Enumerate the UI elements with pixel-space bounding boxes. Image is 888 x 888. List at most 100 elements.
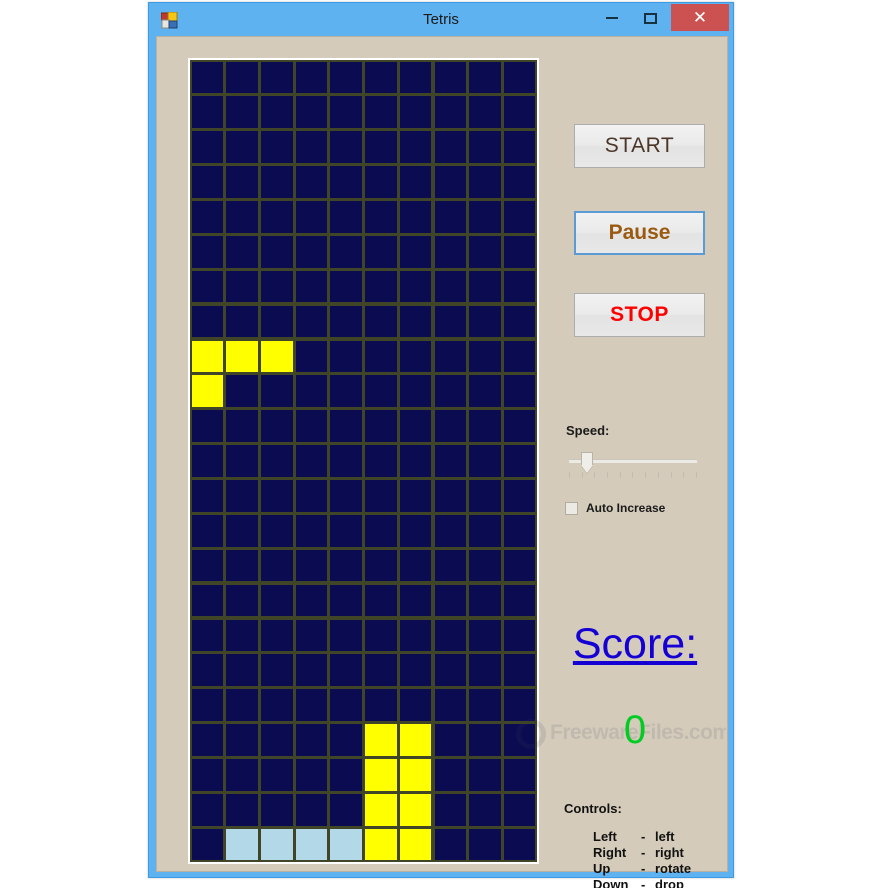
board-cell <box>191 619 224 652</box>
board-cell <box>226 235 258 268</box>
speed-slider[interactable] <box>565 450 701 482</box>
board-cell <box>399 445 432 477</box>
board-cell <box>434 131 466 163</box>
auto-increase-checkbox[interactable]: Auto Increase <box>565 501 665 515</box>
board-cell <box>434 61 466 94</box>
board-cell <box>434 480 466 512</box>
board-cell <box>503 61 536 94</box>
speed-slider-thumb[interactable] <box>580 452 593 474</box>
board-cell <box>503 828 536 861</box>
board-cell <box>191 480 224 512</box>
slider-tick <box>632 472 634 478</box>
minimize-button[interactable] <box>595 5 629 31</box>
board-cell <box>399 201 432 233</box>
board-cell <box>330 445 362 477</box>
board-cell <box>399 235 432 268</box>
board-cell <box>295 828 328 861</box>
board-cell <box>434 375 466 408</box>
board-cell <box>295 654 328 687</box>
score-value: 0 <box>623 708 647 752</box>
board-cell <box>469 305 501 338</box>
board-cell <box>503 410 536 442</box>
board-cell <box>469 270 501 303</box>
stop-button[interactable]: STOP <box>574 293 705 337</box>
board-cell <box>295 445 328 477</box>
board-cell <box>295 305 328 338</box>
board-cell <box>503 584 536 617</box>
pause-button[interactable]: Pause <box>574 211 705 255</box>
board-cell <box>365 131 397 163</box>
board-cell <box>399 375 432 408</box>
board-cell <box>261 514 293 547</box>
board-cell <box>434 619 466 652</box>
controls-row: Up - rotate <box>593 861 691 877</box>
board-cell <box>261 584 293 617</box>
board-cell <box>469 201 501 233</box>
board-cell <box>469 96 501 129</box>
board-cell <box>295 375 328 408</box>
board-cell <box>226 654 258 687</box>
board-cell <box>226 724 258 756</box>
board-cell <box>226 201 258 233</box>
board-cell <box>226 514 258 547</box>
board-cell <box>295 689 328 721</box>
board-cell <box>469 689 501 721</box>
controls-dash: - <box>641 877 646 888</box>
board-cell <box>434 410 466 442</box>
board-cell <box>469 584 501 617</box>
board-cell <box>226 270 258 303</box>
board-cell <box>261 235 293 268</box>
board-cell <box>503 166 536 198</box>
board-cell <box>399 270 432 303</box>
board-cell <box>469 793 501 826</box>
board-cell <box>365 305 397 338</box>
board-cell <box>365 793 397 826</box>
game-board-panel[interactable] <box>188 58 539 864</box>
board-cell <box>226 549 258 582</box>
board-cell <box>469 235 501 268</box>
side-panel: START Pause STOP Speed: Auto Increase Sc… <box>549 58 721 888</box>
game-board-grid[interactable] <box>190 60 537 862</box>
board-cell <box>261 410 293 442</box>
board-cell <box>330 514 362 547</box>
board-cell <box>330 584 362 617</box>
board-cell <box>503 549 536 582</box>
close-button[interactable]: ✕ <box>671 4 729 31</box>
board-cell <box>503 445 536 477</box>
board-cell <box>261 549 293 582</box>
board-cell <box>399 131 432 163</box>
board-cell <box>226 584 258 617</box>
controls-action: left <box>655 829 675 844</box>
board-cell <box>469 828 501 861</box>
board-cell <box>295 166 328 198</box>
board-cell <box>261 654 293 687</box>
board-cell <box>365 410 397 442</box>
board-cell <box>191 270 224 303</box>
board-cell <box>191 758 224 791</box>
board-cell <box>330 758 362 791</box>
board-cell <box>191 724 224 756</box>
board-cell <box>226 340 258 373</box>
controls-action: rotate <box>655 861 692 876</box>
form-client-area: FreewareFiles.com START Pause STOP Speed… <box>156 36 728 888</box>
title-bar[interactable]: Tetris ✕ <box>149 3 733 37</box>
board-cell <box>261 305 293 338</box>
controls-row: Right - right <box>593 845 691 861</box>
board-cell <box>191 584 224 617</box>
close-icon: ✕ <box>692 8 708 27</box>
board-cell <box>191 305 224 338</box>
board-cell <box>226 131 258 163</box>
board-cell <box>261 201 293 233</box>
board-cell <box>295 480 328 512</box>
board-cell <box>295 201 328 233</box>
maximize-button[interactable] <box>633 5 667 31</box>
board-cell <box>295 61 328 94</box>
board-cell <box>330 305 362 338</box>
board-cell <box>434 340 466 373</box>
board-cell <box>330 410 362 442</box>
start-button[interactable]: START <box>574 124 705 168</box>
checkbox-box-icon[interactable] <box>565 501 578 515</box>
board-cell <box>226 758 258 791</box>
board-cell <box>399 724 432 756</box>
board-cell <box>191 340 224 373</box>
